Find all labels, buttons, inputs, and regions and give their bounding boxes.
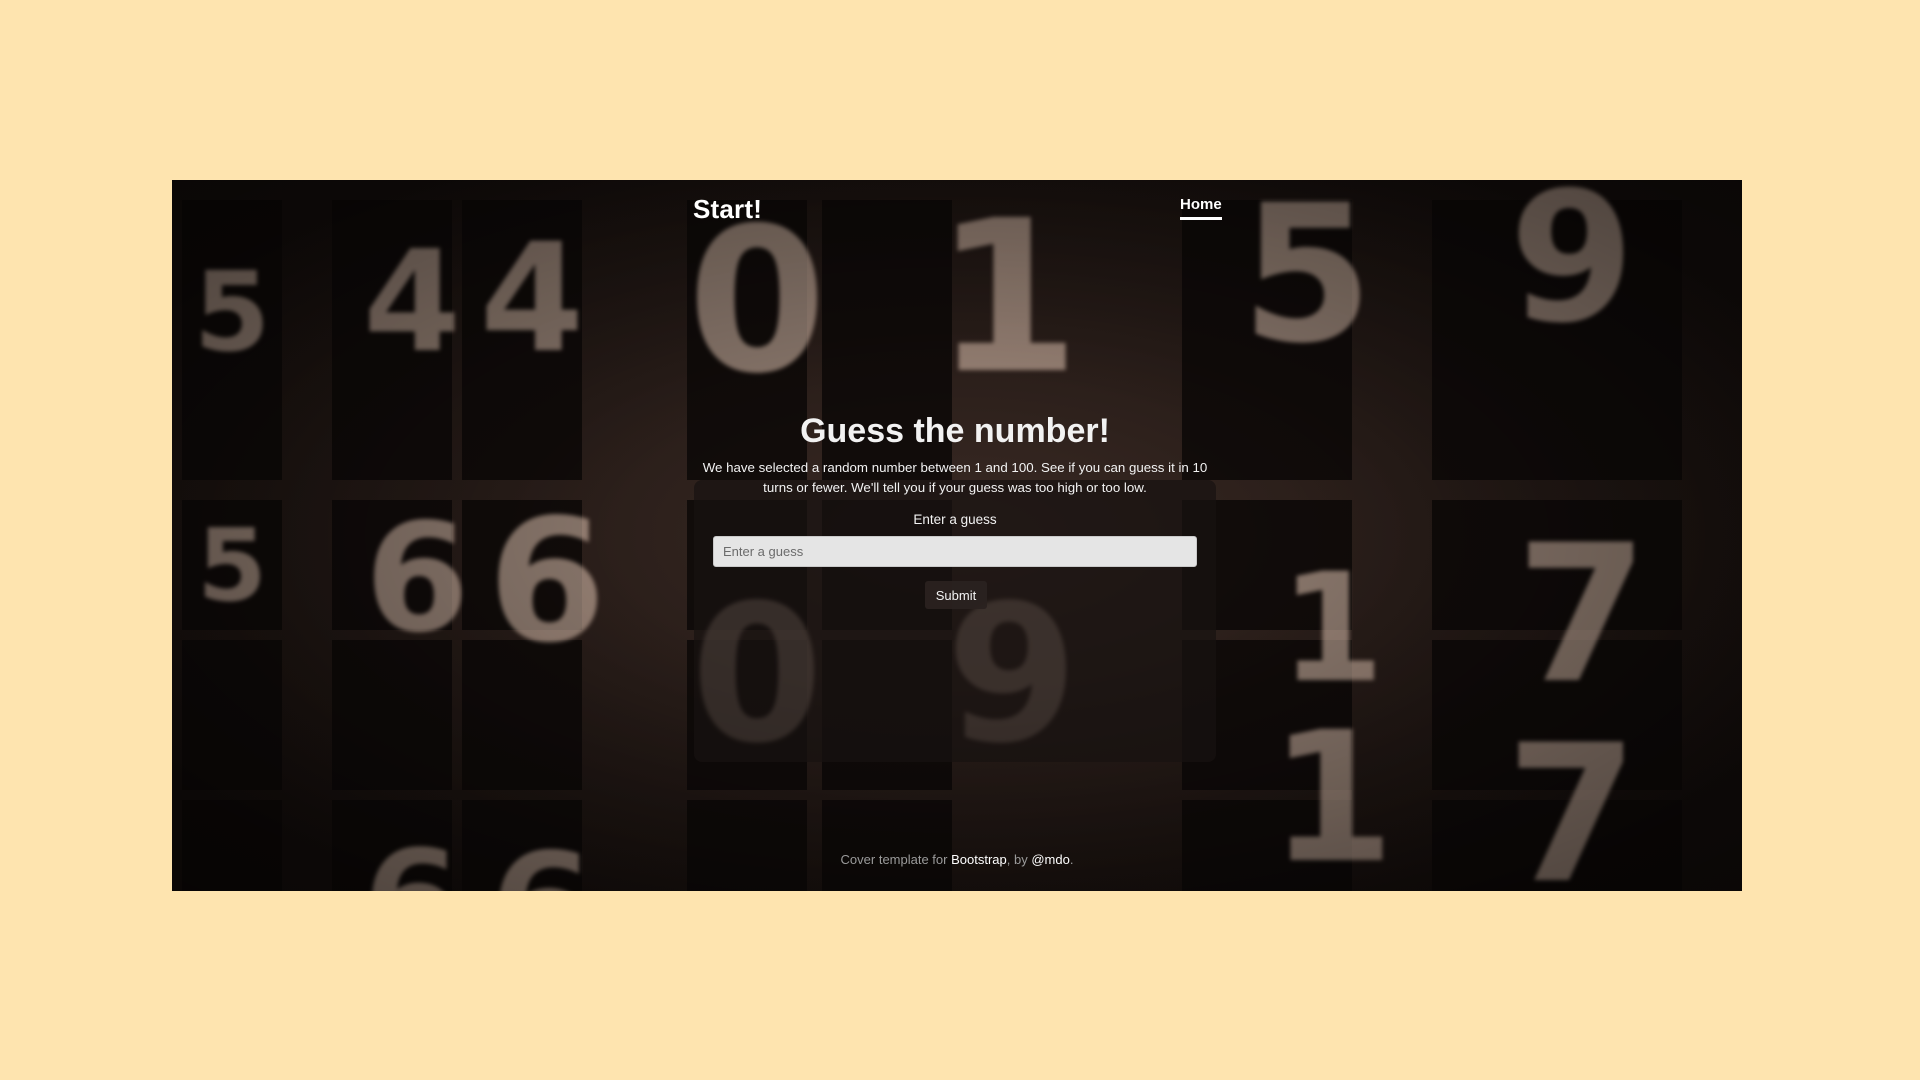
guess-input[interactable] (713, 536, 1197, 567)
background-digit: 1 (934, 180, 1080, 420)
background-digit: 5 (197, 507, 267, 624)
background-digit: 7 (1516, 504, 1648, 725)
background-digit: 4 (480, 212, 584, 386)
background-digit: 1 (1280, 542, 1384, 716)
background-digit: 9 (1509, 180, 1634, 363)
background-cell (822, 200, 952, 330)
footer-middle: , by (1006, 852, 1032, 867)
background-digit: 4 (363, 221, 460, 384)
background-cell (822, 800, 952, 891)
footer: Cover template for Bootstrap, by @mdo. (172, 852, 1742, 867)
background-digit: 5 (1241, 180, 1373, 385)
footer-suffix: . (1069, 852, 1074, 867)
background-cell (182, 640, 282, 790)
main-nav: Home (1180, 196, 1222, 220)
footer-prefix: Cover template for (840, 852, 952, 867)
game-description: We have selected a random number between… (702, 460, 1208, 495)
brand-title: Start! (693, 194, 763, 224)
background-cell (182, 800, 282, 891)
guess-label: Enter a guess (913, 512, 997, 527)
background-cell (687, 800, 807, 891)
background-digit: 6 (365, 492, 469, 666)
cover-frame: 544015956609176617 Start! Home Guess the… (172, 180, 1742, 891)
background-digit: 5 (194, 248, 271, 376)
nav-home-link[interactable]: Home (1180, 196, 1222, 220)
page-title: Guess the number! (800, 412, 1110, 450)
bootstrap-link[interactable]: Bootstrap (951, 852, 1007, 867)
submit-button[interactable]: Submit (925, 581, 987, 609)
background-digit: 6 (488, 483, 606, 681)
mdo-link[interactable]: @mdo (1031, 852, 1070, 867)
